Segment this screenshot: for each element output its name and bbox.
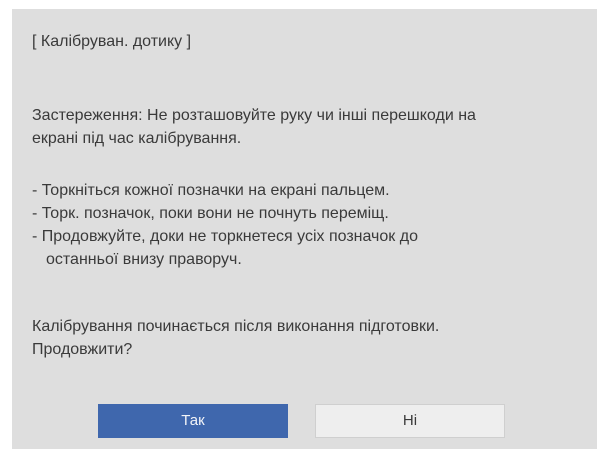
instruction-item: - Торкніться кожної позначки на екрані п… — [32, 182, 390, 199]
no-button[interactable]: Ні — [315, 404, 505, 438]
dialog-title: [ Калібруван. дотику ] — [32, 33, 192, 50]
warning-message: Застереження: Не розташовуйте руку чи ін… — [32, 104, 592, 150]
question-line-2: Продовжити? — [32, 341, 133, 358]
confirmation-question: Калібрування починається після виконання… — [32, 315, 439, 361]
instruction-item: - Продовжуйте, доки не торкнетеся усіх п… — [32, 228, 418, 245]
question-line-1: Калібрування починається після виконання… — [32, 318, 440, 335]
yes-button[interactable]: Так — [98, 404, 288, 438]
warning-line-2: екрані під час калібрування. — [32, 130, 242, 147]
instruction-item: - Торк. позначок, поки вони не почнуть п… — [32, 205, 389, 222]
instruction-list: - Торкніться кожної позначки на екрані п… — [32, 179, 418, 271]
touch-calibration-dialog: [ Калібруван. дотику ] Застереження: Не … — [12, 9, 597, 449]
instruction-item-continuation: останньої внизу праворуч. — [46, 251, 242, 268]
warning-line-1: Застереження: Не розташовуйте руку чи ін… — [32, 107, 476, 124]
